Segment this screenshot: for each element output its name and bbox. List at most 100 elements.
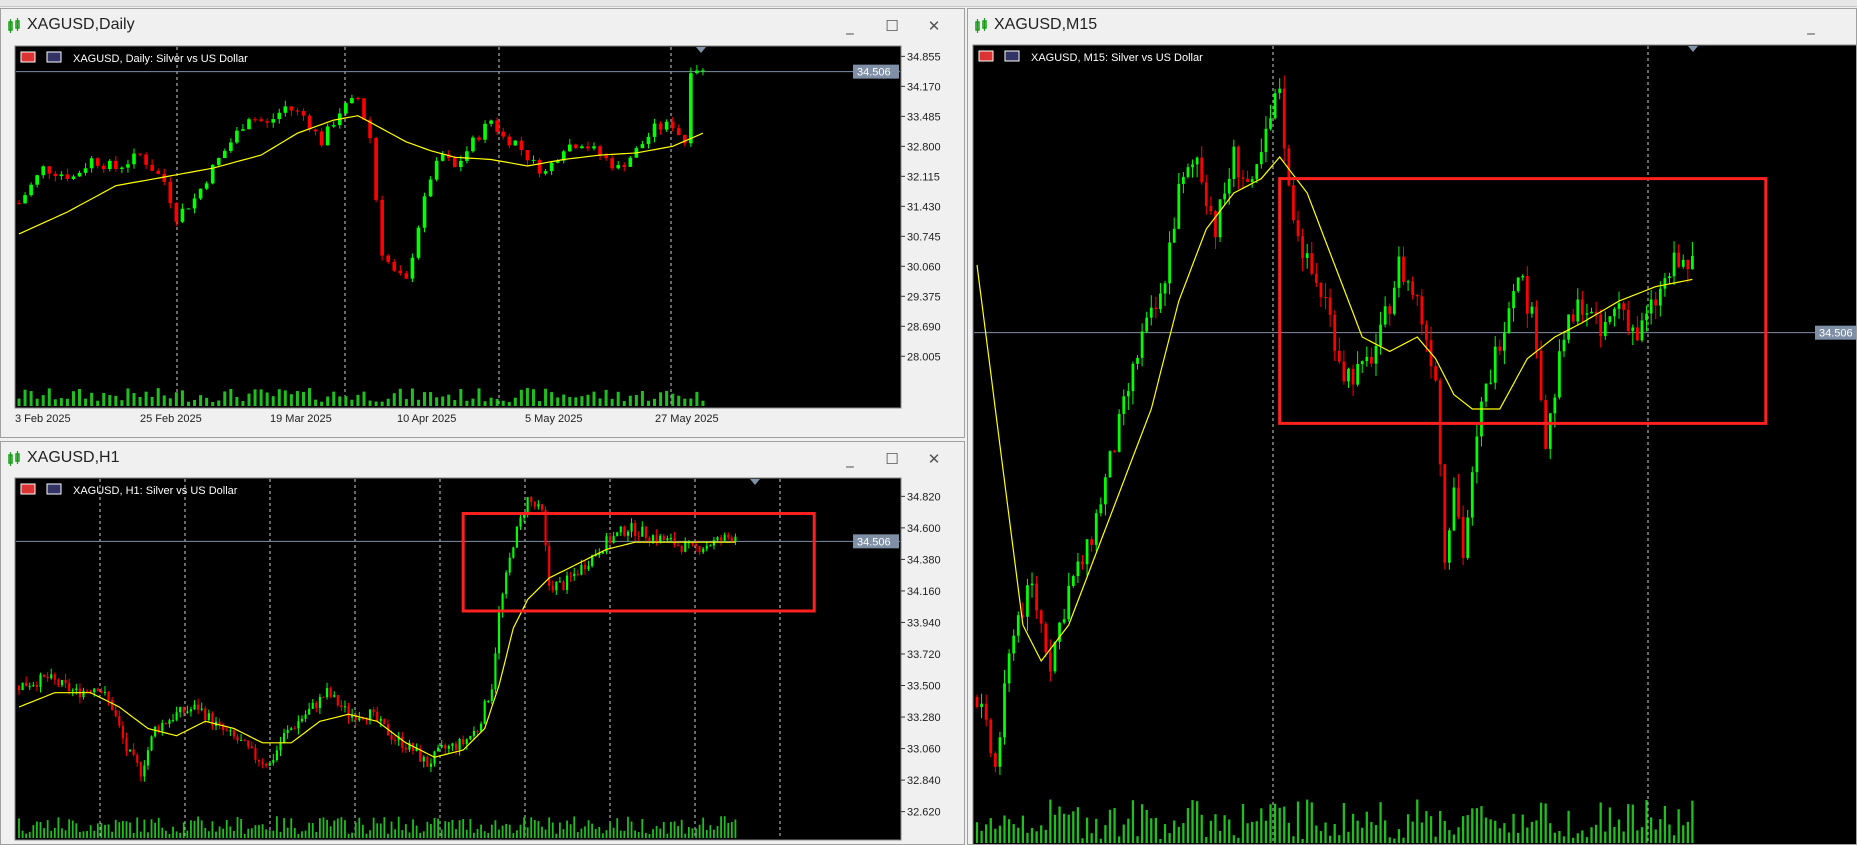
candle-body	[1273, 93, 1277, 119]
candle-body	[472, 730, 475, 736]
candle-body	[998, 737, 1002, 767]
candle-body	[1420, 296, 1424, 325]
candle-body	[637, 536, 640, 538]
candle-body	[35, 175, 39, 185]
candle-body	[1640, 320, 1644, 341]
candle-body	[286, 729, 289, 734]
candle-body	[340, 705, 343, 708]
candle-body	[694, 543, 698, 547]
candle-body	[250, 746, 253, 749]
candle-body	[157, 726, 160, 731]
candle-body	[216, 158, 221, 165]
candle-body	[1590, 311, 1593, 314]
chart-window-m15[interactable]: XAGUSD,M15 _ XAGUSD, M15: Silver vs US D…	[967, 8, 1857, 845]
candle	[1053, 641, 1057, 674]
candle-body	[454, 743, 458, 750]
candle-body	[192, 198, 197, 209]
candle-body	[1117, 413, 1121, 452]
candle-body	[64, 679, 67, 684]
candle	[210, 164, 215, 185]
candle-body	[107, 160, 112, 169]
candle-body	[386, 255, 391, 262]
candle-body	[513, 140, 518, 146]
candle-body	[1237, 146, 1240, 178]
candle-body	[101, 165, 106, 169]
candle-body	[257, 759, 261, 762]
chart-window-h1[interactable]: XAGUSD,H1 _ ☐ ✕ XAGUSD, H1: Silver vs US…	[0, 441, 965, 845]
candle-body	[207, 713, 210, 721]
candle-body	[630, 523, 633, 532]
candle-body	[558, 581, 561, 583]
candle-body	[71, 176, 76, 179]
candle-body	[398, 270, 403, 274]
candle-body	[1053, 641, 1057, 672]
candle-body	[379, 718, 382, 721]
candle	[329, 686, 332, 699]
candle-body	[1567, 314, 1570, 340]
candle	[1218, 199, 1222, 243]
candle-body	[374, 138, 378, 200]
candle-body	[519, 140, 524, 151]
candle-body	[723, 534, 726, 541]
candle-body	[623, 526, 626, 536]
chart-m15[interactable]: XAGUSD, M15: Silver vs US Dollar 34.506	[968, 9, 1857, 845]
y-tick-label: 33.500	[907, 681, 941, 693]
chart-label: XAGUSD, Daily: Silver vs US Dollar	[73, 53, 248, 65]
candle-body	[702, 548, 705, 553]
candle-body	[383, 718, 386, 725]
candle-body	[1044, 623, 1048, 653]
candle-body	[319, 131, 324, 146]
candle-body	[641, 526, 644, 537]
candle-body	[548, 545, 551, 586]
candle-body	[1049, 652, 1052, 672]
candle-body	[236, 736, 239, 741]
chart-h1[interactable]: XAGUSD, H1: Silver vs US Dollar 34.820 34.…	[1, 442, 965, 845]
candle-body	[261, 761, 264, 764]
candle-body	[290, 728, 293, 730]
candle-body	[658, 123, 663, 130]
candle-body	[1328, 297, 1332, 315]
candle-body	[984, 703, 988, 720]
candle-body	[709, 545, 712, 547]
candle-body	[1200, 157, 1204, 183]
candle-body	[1278, 88, 1282, 94]
candle-body	[1232, 146, 1236, 179]
candle-body	[35, 684, 38, 687]
candle-body	[651, 535, 655, 541]
candle-body	[394, 739, 397, 741]
candle-body	[283, 733, 286, 744]
chart-daily[interactable]: XAGUSD, Daily: Silver vs US Dollar 34.855…	[1, 9, 965, 438]
candle-body	[29, 184, 33, 196]
candle-body	[505, 572, 508, 595]
candle-body	[235, 130, 239, 143]
plot-area	[972, 44, 1856, 844]
candle-body	[574, 144, 578, 149]
candle-body	[82, 690, 85, 698]
candle-body	[1447, 530, 1451, 563]
candle-body	[1658, 288, 1662, 306]
candle-body	[171, 719, 175, 721]
chart-window-daily[interactable]: XAGUSD,Daily _ ☐ ✕ XAGUSD, Daily: Silver…	[0, 8, 965, 438]
candle-body	[489, 120, 493, 124]
candle-body	[1122, 396, 1126, 414]
candle	[689, 67, 693, 147]
candle-body	[480, 723, 483, 732]
candle-body	[701, 70, 705, 72]
candle-body	[1191, 164, 1194, 168]
candle-body	[1415, 295, 1419, 297]
candle-body	[1181, 176, 1185, 185]
candle-body	[107, 692, 110, 700]
candle-body	[1140, 331, 1144, 358]
candle-body	[422, 756, 425, 762]
candle-body	[1475, 436, 1479, 473]
candle	[1292, 179, 1295, 224]
candle-body	[268, 762, 271, 766]
candle-body	[712, 540, 715, 546]
candle-body	[1154, 307, 1158, 310]
candle-body	[150, 736, 153, 751]
candle-body	[1195, 157, 1199, 165]
candle-body	[567, 144, 572, 152]
candle-body	[501, 131, 506, 137]
candle-body	[1470, 472, 1474, 518]
candle-body	[1672, 252, 1676, 277]
